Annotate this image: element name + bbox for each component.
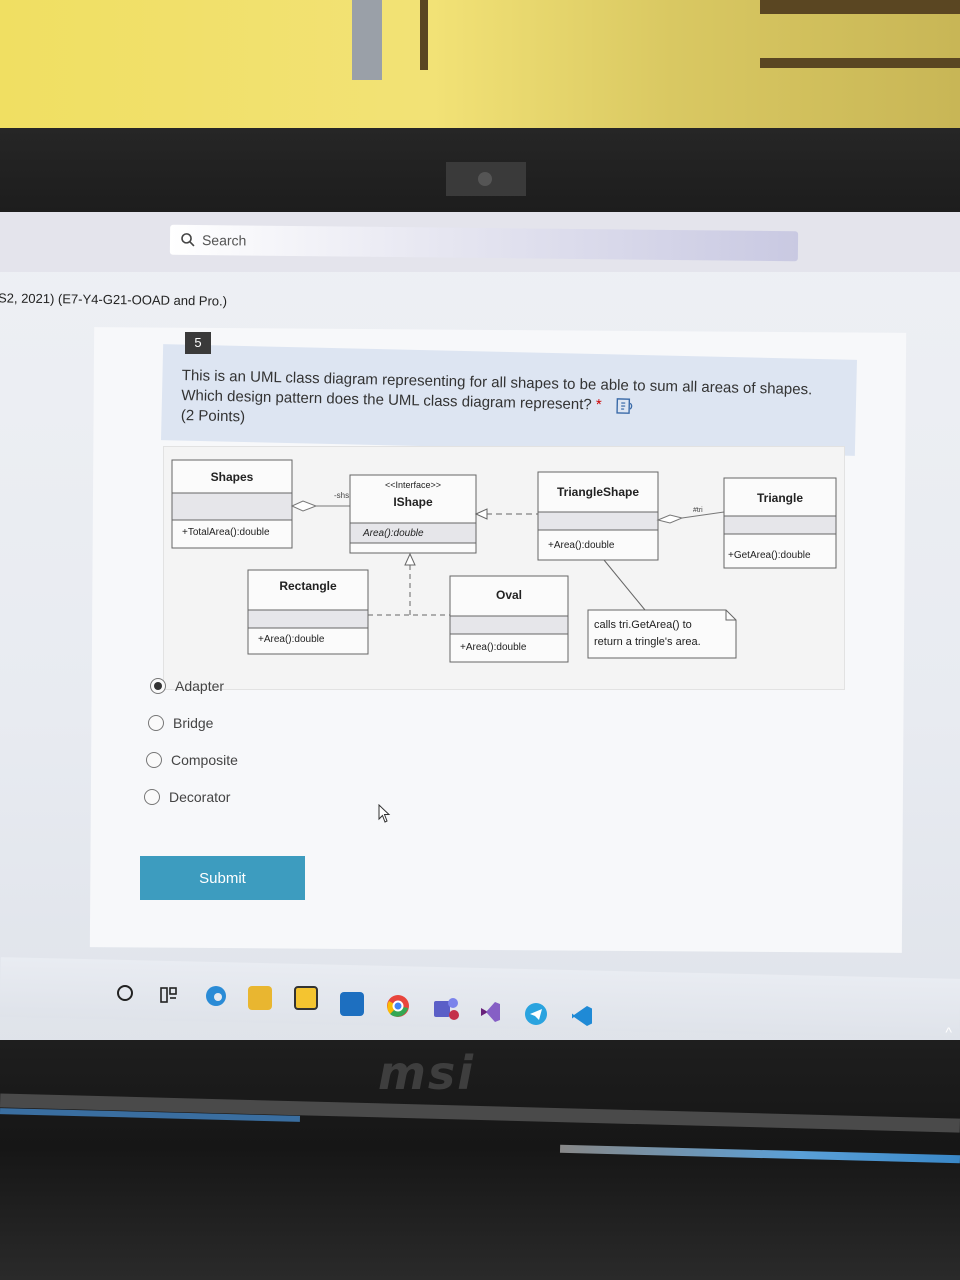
task-view-icon[interactable] (158, 984, 180, 1006)
store-icon[interactable] (294, 986, 318, 1010)
triangleshape-method: +Area():double (548, 540, 615, 551)
option-label-composite: Composite (171, 752, 238, 768)
note-line-2: return a tringle's area. (594, 636, 701, 648)
submit-button[interactable]: Submit (140, 856, 305, 900)
file-explorer-icon[interactable] (248, 986, 272, 1010)
note-line-1: calls tri.GetArea() to (594, 619, 692, 631)
option-bridge[interactable]: Bridge (148, 715, 213, 731)
shelf-post (352, 0, 382, 80)
teams-icon[interactable] (432, 996, 460, 1022)
oval-name: Oval (496, 588, 522, 602)
rectangle-name: Rectangle (279, 579, 337, 593)
background-wall (0, 0, 960, 140)
oval-method: +Area():double (460, 642, 527, 653)
triangleshape-name: TriangleShape (557, 485, 639, 499)
option-adapter[interactable]: Adapter (150, 678, 224, 694)
immersive-reader-icon[interactable] (616, 398, 636, 414)
telegram-icon[interactable] (524, 1002, 548, 1026)
question-number: 5 (185, 332, 211, 354)
class-triangleshape: TriangleShape +Area():double (537, 471, 659, 561)
shelf-board (420, 0, 428, 70)
interface-ishape: <<Interface>> IShape Area():double (349, 474, 477, 554)
shelf-board (760, 0, 960, 14)
option-label-bridge: Bridge (173, 715, 214, 731)
ishape-name: IShape (393, 495, 433, 509)
search-icon (181, 233, 195, 247)
edge-icon[interactable] (204, 984, 228, 1008)
search-placeholder: Search (201, 232, 247, 249)
chrome-icon[interactable] (386, 994, 410, 1018)
search-circle-icon[interactable] (114, 982, 136, 1004)
tray-chevron-icon[interactable]: ^ (945, 1024, 952, 1040)
aggregation-shapes-ishape (290, 500, 350, 512)
ishape-stereotype: <<Interface>> (385, 480, 441, 490)
class-oval: Oval +Area():double (449, 575, 569, 663)
triangle-name: Triangle (757, 491, 803, 505)
radio-adapter[interactable] (150, 678, 166, 694)
radio-bridge[interactable] (148, 715, 164, 731)
ishape-method: Area():double (362, 528, 424, 539)
option-composite[interactable]: Composite (146, 752, 238, 768)
form-title: S2, 2021) (E7-Y4-G21-OOAD and Pro.) (0, 290, 228, 309)
rectangle-method: +Area():double (258, 634, 325, 645)
required-mark: * (595, 396, 602, 414)
role-tri: #tri (693, 507, 703, 514)
radio-composite[interactable] (146, 752, 162, 768)
class-rectangle: Rectangle +Area():double (247, 569, 369, 655)
webcam-lens (478, 172, 492, 186)
laptop-lower-bezel (0, 1040, 960, 1280)
option-label-adapter: Adapter (175, 678, 225, 694)
class-shapes-method: +TotalArea():double (182, 527, 270, 538)
option-label-decorator: Decorator (169, 789, 231, 805)
option-decorator[interactable]: Decorator (144, 789, 230, 805)
class-shapes-name: Shapes (211, 470, 254, 484)
triangle-method: +GetArea():double (728, 550, 811, 561)
vscode-icon[interactable] (570, 1004, 594, 1028)
realization-triangleshape-ishape (474, 508, 538, 520)
role-shs: -shs (334, 491, 349, 500)
uml-note: calls tri.GetArea() to return a tringle'… (587, 559, 737, 659)
visual-studio-icon[interactable] (478, 1000, 502, 1024)
class-triangle: Triangle +GetArea():double (723, 477, 837, 569)
realization-rectangle-oval-ishape (368, 552, 450, 616)
brand-logo: msi (378, 1046, 476, 1100)
mail-icon[interactable] (340, 992, 364, 1016)
uml-class-diagram: Shapes +TotalArea():double -shs <<Interf… (171, 459, 837, 663)
shelf-board (760, 58, 960, 68)
mouse-cursor-icon (378, 804, 391, 823)
radio-decorator[interactable] (144, 789, 160, 805)
class-shapes: Shapes +TotalArea():double (171, 459, 293, 549)
aggregation-triangleshape-triangle (656, 511, 725, 524)
